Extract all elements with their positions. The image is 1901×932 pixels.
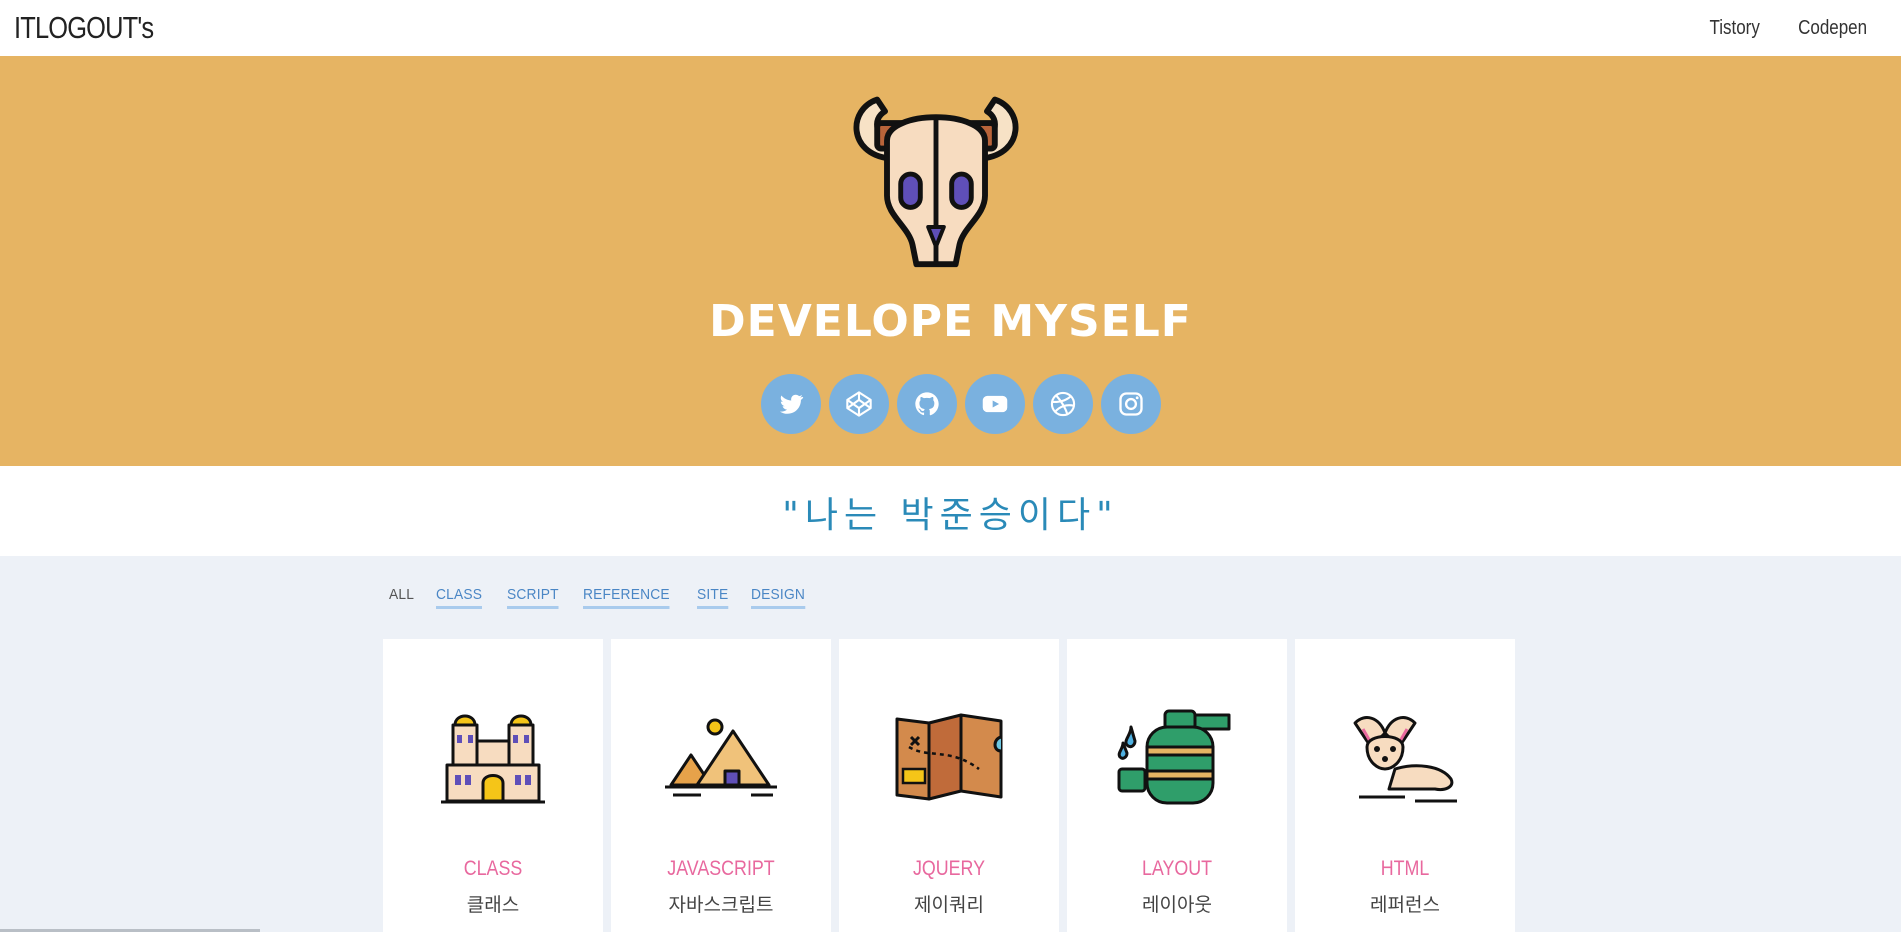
card-html[interactable]: HTML 레퍼런스 (1295, 639, 1515, 932)
canteen-icon (1117, 709, 1231, 805)
quote-section: "나는 박준승이다" (0, 466, 1901, 556)
card-title: JQUERY (912, 857, 986, 880)
filter-all[interactable]: ALL (389, 586, 414, 609)
twitter-icon (779, 394, 804, 414)
card-subtitle: 클래스 (466, 894, 520, 916)
nav-link-tistory[interactable]: Tistory (1709, 17, 1759, 40)
card-javascript[interactable]: JAVASCRIPT 자바스크립트 (611, 639, 831, 932)
card-class[interactable]: CLASS 클래스 (383, 639, 603, 932)
card-subtitle: 자바스크립트 (668, 894, 774, 916)
treasure-map-icon (895, 713, 1003, 801)
instagram-icon (1119, 392, 1143, 416)
quote-text: "나는 박준승이다" (782, 495, 1119, 536)
hero-banner: DEVELOPE MYSELF (0, 56, 1901, 466)
top-navbar: ITLOGOUT's Tistory Codepen (0, 0, 1901, 56)
card-title: CLASS (463, 857, 523, 880)
social-links (761, 374, 1161, 434)
filter-site[interactable]: SITE (697, 586, 729, 609)
codepen-link[interactable] (829, 374, 889, 434)
card-grid: CLASS 클래스 JAVASCRIPT 자바스크립트 JQUERY 제이쿼리 … (383, 639, 1515, 932)
brand-logo[interactable]: ITLOGOUT's (14, 10, 154, 46)
card-subtitle: 레퍼런스 (1370, 894, 1440, 916)
fennec-fox-icon (1353, 716, 1457, 803)
dribbble-link[interactable] (1033, 374, 1093, 434)
filter-design[interactable]: DESIGN (751, 586, 806, 609)
youtube-link[interactable] (965, 374, 1025, 434)
nav-link-codepen[interactable]: Codepen (1798, 17, 1867, 40)
card-subtitle: 레이아웃 (1142, 894, 1212, 916)
hero-title: DEVELOPE MYSELF (709, 296, 1192, 347)
filter-class[interactable]: CLASS (436, 586, 483, 609)
bull-skull-icon (853, 96, 1019, 268)
dribbble-icon (1050, 391, 1076, 417)
pyramid-icon (665, 718, 777, 797)
filter-reference[interactable]: REFERENCE (582, 586, 670, 609)
twitter-link[interactable] (761, 374, 821, 434)
card-title: HTML (1380, 857, 1430, 880)
github-link[interactable] (897, 374, 957, 434)
filter-script[interactable]: SCRIPT (506, 586, 559, 609)
portfolio-section: ALL CLASS SCRIPT REFERENCE SITE DESIGN C… (0, 556, 1901, 932)
codepen-icon (846, 391, 872, 417)
instagram-link[interactable] (1101, 374, 1161, 434)
palace-icon (441, 714, 545, 804)
github-icon (915, 392, 939, 416)
card-jquery[interactable]: JQUERY 제이쿼리 (839, 639, 1059, 932)
youtube-icon (982, 395, 1008, 413)
card-layout[interactable]: LAYOUT 레이아웃 (1067, 639, 1287, 932)
card-subtitle: 제이쿼리 (914, 894, 984, 916)
filter-tabs: ALL CLASS SCRIPT REFERENCE SITE DESIGN (389, 586, 810, 609)
card-title: JAVASCRIPT (667, 857, 775, 880)
nav-links: Tistory Codepen (1705, 17, 1873, 40)
card-title: LAYOUT (1141, 857, 1213, 880)
